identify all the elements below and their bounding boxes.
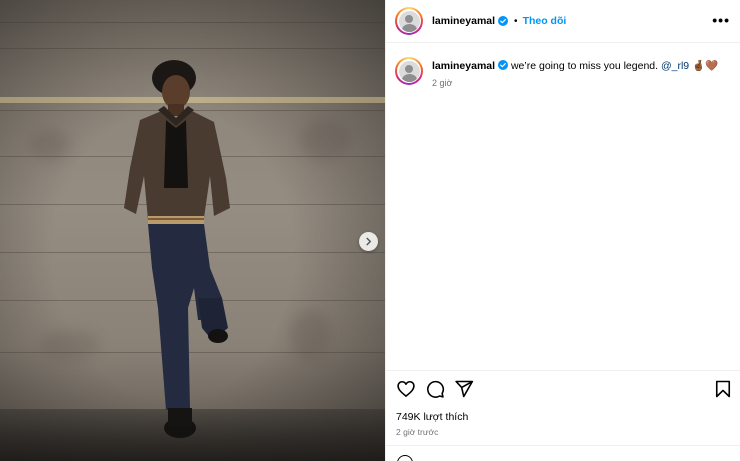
instagram-post-dialog: lamineyamal • Theo dõi ••• lamineyamal w…	[0, 0, 740, 461]
username-link[interactable]: lamineyamal	[432, 15, 495, 27]
caption-avatar[interactable]	[395, 57, 423, 85]
verified-badge-icon	[498, 60, 509, 70]
more-options-button[interactable]: •••	[712, 13, 730, 27]
person-figure	[124, 60, 230, 438]
mention-link[interactable]: @_rl9	[661, 60, 689, 72]
caption-timestamp[interactable]: 2 giờ	[432, 78, 718, 88]
post-header: lamineyamal • Theo dõi •••	[386, 0, 740, 43]
verified-badge-icon	[498, 16, 509, 26]
heart-icon[interactable]	[396, 379, 416, 399]
bookmark-icon[interactable]	[713, 379, 733, 399]
post-photo	[0, 0, 385, 461]
caption: lamineyamal we’re going to miss you lege…	[386, 43, 740, 88]
like-count[interactable]: 749K lượt thích	[386, 411, 740, 423]
chevron-right-icon	[366, 237, 372, 246]
follow-button[interactable]: Theo dõi	[523, 15, 567, 27]
post-timestamp: 2 giờ trước	[396, 427, 439, 437]
post-side-panel: lamineyamal • Theo dõi ••• lamineyamal w…	[385, 0, 740, 461]
separator-dot: •	[514, 15, 518, 27]
post-actions-section: 749K lượt thích 2 giờ trước	[386, 370, 740, 437]
next-photo-button[interactable]	[359, 232, 378, 251]
comment-bar	[386, 445, 740, 461]
comment-icon[interactable]	[425, 379, 445, 399]
emoji-icon[interactable]	[397, 455, 413, 461]
action-bar	[386, 371, 740, 407]
caption-username[interactable]: lamineyamal	[432, 60, 495, 72]
caption-emoji: 🤞🏾🤎	[692, 60, 719, 72]
avatar[interactable]	[395, 7, 423, 35]
share-icon[interactable]	[454, 379, 474, 399]
caption-text: we’re going to miss you legend.	[510, 60, 659, 72]
